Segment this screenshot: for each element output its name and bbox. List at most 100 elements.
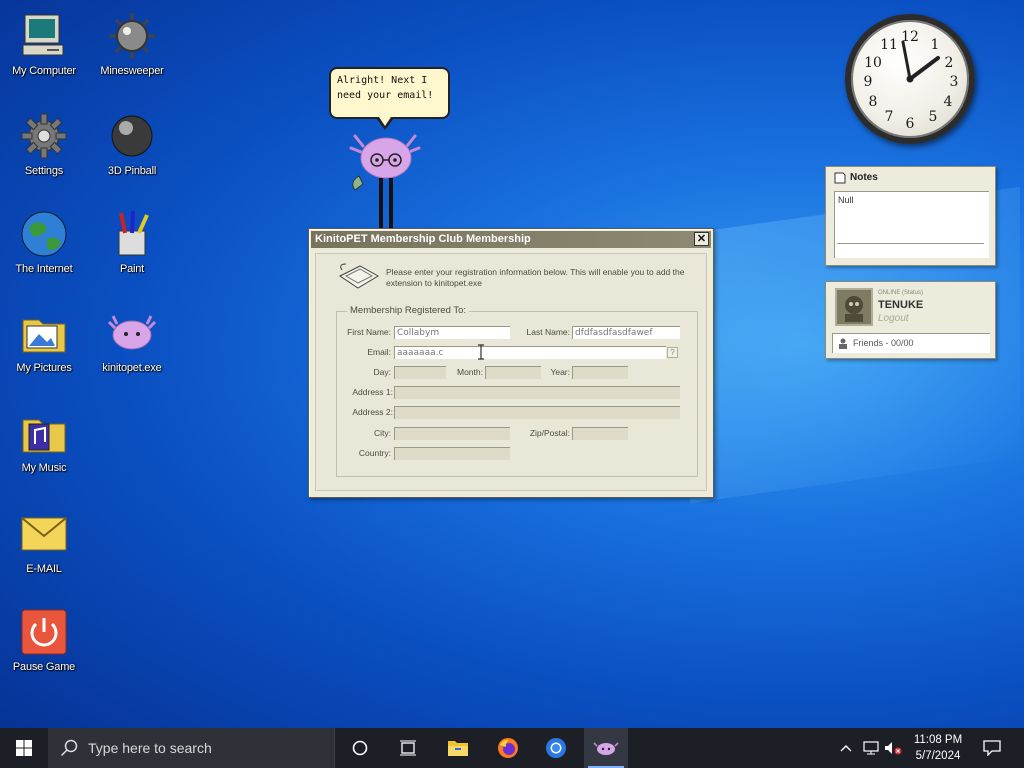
notes-title: Notes <box>850 172 878 183</box>
task-view-icon <box>400 740 416 756</box>
show-hidden-icons-button[interactable] <box>836 728 856 768</box>
desktop-icon-minesweeper[interactable]: Minesweeper <box>88 10 176 77</box>
file-explorer-button[interactable] <box>438 728 478 768</box>
globe-icon <box>18 208 70 260</box>
start-button[interactable] <box>0 728 48 768</box>
first-name-label: First Name: <box>347 327 391 337</box>
zip-label: Zip/Postal: <box>529 428 570 438</box>
axolotl-taskbar-icon <box>593 742 619 755</box>
friends-list-button[interactable]: Friends - 00/00 <box>832 333 990 353</box>
registration-group: Membership Registered To: First Name: Co… <box>336 305 698 477</box>
firefox-button[interactable] <box>488 728 528 768</box>
pet-speech-text: Alright! Next I need your email! <box>337 75 434 101</box>
cortana-circle-icon <box>352 740 368 756</box>
city-label: City: <box>374 428 391 438</box>
paint-bucket-icon <box>106 208 158 260</box>
notes-textarea[interactable]: Null <box>834 191 989 258</box>
address2-input[interactable] <box>394 406 680 419</box>
notification-icon <box>983 740 1001 756</box>
task-view-button[interactable] <box>388 728 428 768</box>
desktop-icon-settings[interactable]: Settings <box>0 110 88 177</box>
note-icon <box>834 172 846 184</box>
desktop-icon-paint[interactable]: Paint <box>88 208 176 275</box>
chrome-button[interactable] <box>536 728 576 768</box>
last-name-label: Last Name: <box>526 327 570 337</box>
volume-muted-icon <box>885 742 902 755</box>
avatar-icon <box>845 296 863 322</box>
dialog-titlebar[interactable]: KinitoPET Membership Club Membership ✕ <box>311 231 711 248</box>
zip-input[interactable] <box>572 427 628 440</box>
folder-icon <box>448 741 468 756</box>
group-title: Membership Registered To: <box>347 305 469 316</box>
avatar <box>835 288 873 326</box>
profile-name: TENUKE <box>878 299 924 311</box>
taskbar: Type here to search 11:08 PM 5/7/2024 <box>0 728 1024 768</box>
computer-icon <box>18 10 70 62</box>
year-label: Year: <box>550 367 570 377</box>
axolotl-icon <box>106 307 158 359</box>
network-icon <box>863 741 879 755</box>
desktop-icon-the-internet[interactable]: The Internet <box>0 208 88 275</box>
system-date: 5/7/2024 <box>915 750 961 762</box>
clock-widget[interactable]: 12 1 2 3 4 5 6 7 8 9 10 11 <box>845 14 975 144</box>
kinitopet-taskbar-button[interactable] <box>584 728 628 768</box>
system-time: 11:08 PM <box>913 734 963 746</box>
desktop-icon-my-pictures[interactable]: My Pictures <box>0 307 88 374</box>
search-placeholder: Type here to search <box>88 740 212 756</box>
address2-label: Address 2: <box>352 407 393 417</box>
envelope-icon <box>18 508 70 560</box>
pinball-icon <box>106 110 158 162</box>
cortana-button[interactable] <box>340 728 380 768</box>
search-icon <box>60 739 78 757</box>
gear-icon <box>18 110 70 162</box>
pictures-folder-icon <box>18 307 70 359</box>
firefox-icon <box>498 738 518 758</box>
email-help-icon[interactable]: ? <box>667 347 678 358</box>
desktop-icon-my-music[interactable]: My Music <box>0 407 88 474</box>
power-icon <box>18 606 70 658</box>
country-input[interactable] <box>394 447 510 460</box>
person-icon <box>839 338 847 349</box>
friends-count: Friends - 00/00 <box>853 338 914 348</box>
profile-status: ONLINE (Status) <box>878 290 924 296</box>
first-name-input[interactable]: Collabym <box>394 326 510 339</box>
year-input[interactable] <box>572 366 628 379</box>
windows-logo-icon <box>16 740 32 756</box>
address1-label: Address 1: <box>352 387 393 397</box>
taskbar-search[interactable]: Type here to search <box>48 728 335 768</box>
logout-link[interactable]: Logout <box>878 313 909 324</box>
month-input[interactable] <box>485 366 541 379</box>
city-input[interactable] <box>394 427 510 440</box>
chevron-up-icon <box>840 745 852 752</box>
email-input[interactable]: aaaaaaa.c <box>394 346 666 359</box>
country-label: Country: <box>358 448 391 458</box>
membership-dialog[interactable]: KinitoPET Membership Club Membership ✕ P… <box>308 228 714 498</box>
clock-hands <box>901 40 940 83</box>
desktop-icon-my-computer[interactable]: My Computer <box>0 10 88 77</box>
last-name-input[interactable]: dfdfasdfasdfawef <box>572 326 680 339</box>
desktop-icon-3d-pinball[interactable]: 3D Pinball <box>88 110 176 177</box>
music-folder-icon <box>18 407 70 459</box>
desktop-icon-kinitopet[interactable]: kinitopet.exe <box>88 307 176 374</box>
desktop-icon-pause-game[interactable]: Pause Game <box>0 606 88 673</box>
desktop-icon-email[interactable]: E-MAIL <box>0 508 88 575</box>
system-clock[interactable]: 11:08 PM 5/7/2024 <box>906 732 970 764</box>
month-label: Month: <box>457 367 483 377</box>
notes-divider <box>837 243 984 244</box>
chrome-icon <box>546 738 566 758</box>
pet-speech-bubble: Alright! Next I need your email! <box>329 67 450 119</box>
volume-button[interactable] <box>882 728 904 768</box>
keyboard-icon <box>339 263 379 289</box>
profile-widget[interactable]: ONLINE (Status) TENUKE Logout Friends - … <box>825 281 996 359</box>
network-button[interactable] <box>860 728 882 768</box>
day-input[interactable] <box>394 366 446 379</box>
close-button[interactable]: ✕ <box>694 232 709 246</box>
address1-input[interactable] <box>394 386 680 399</box>
day-label: Day: <box>373 367 391 377</box>
email-label: Email: <box>367 347 391 357</box>
dialog-title: KinitoPET Membership Club Membership <box>315 233 531 245</box>
text-cursor-icon <box>478 344 484 360</box>
notes-widget[interactable]: Notes Null <box>825 166 996 266</box>
notifications-button[interactable] <box>978 728 1006 768</box>
mine-icon <box>106 10 158 62</box>
